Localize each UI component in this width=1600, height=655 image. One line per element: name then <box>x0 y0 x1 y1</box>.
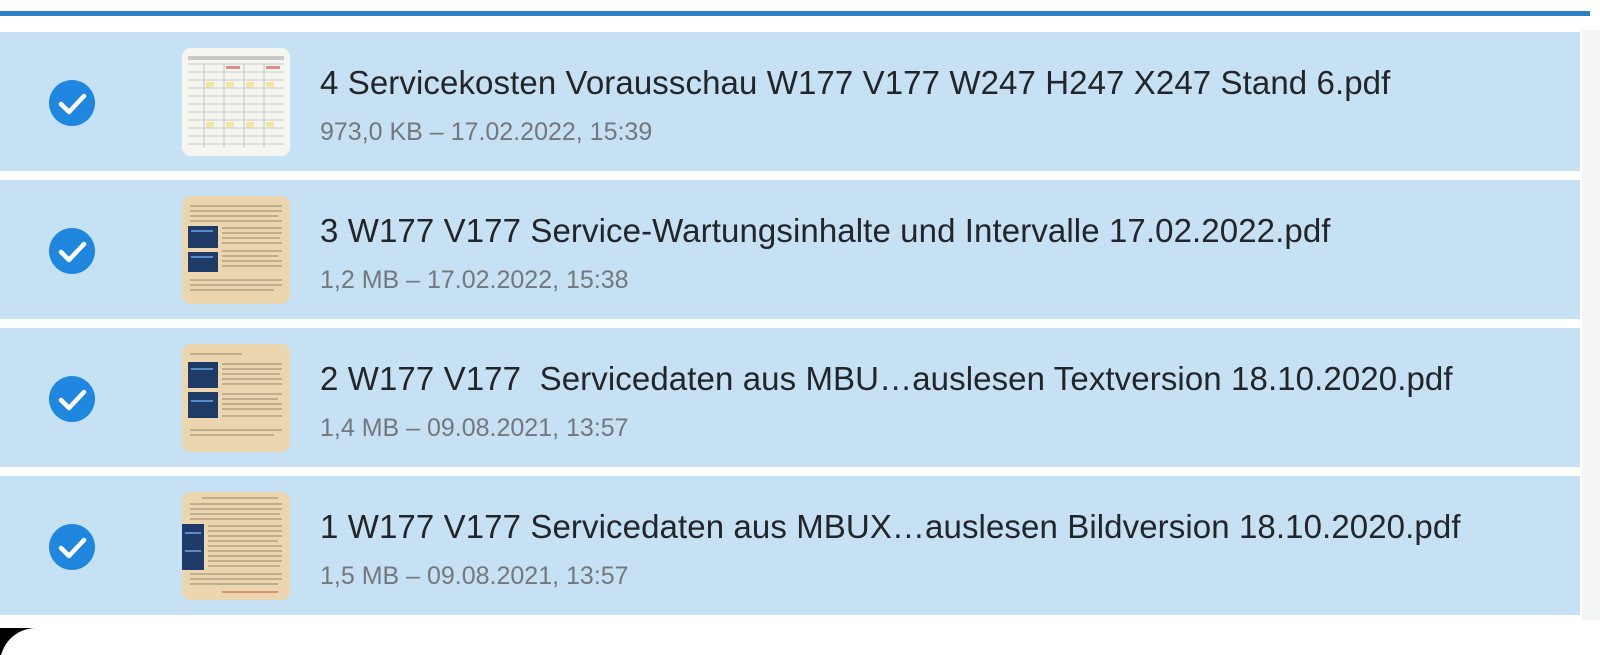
file-meta: 1,4 MB – 09.08.2021, 13:57 <box>320 414 629 442</box>
file-meta: 1,2 MB – 17.02.2022, 15:38 <box>320 266 629 294</box>
checkmark-icon[interactable] <box>49 228 95 274</box>
checkmark-icon[interactable] <box>49 376 95 422</box>
file-meta: 1,5 MB – 09.08.2021, 13:57 <box>320 562 629 590</box>
document-thumbnail-icon <box>182 492 290 600</box>
file-name: 4 Servicekosten Vorausschau W177 V177 W2… <box>320 64 1391 101</box>
document-thumbnail-icon <box>182 196 290 304</box>
file-list-item[interactable]: 3 W177 V177 Service-Wartungsinhalte und … <box>0 180 1580 319</box>
file-name: 3 W177 V177 Service-Wartungsinhalte und … <box>320 212 1331 249</box>
file-meta: 973,0 KB – 17.02.2022, 15:39 <box>320 118 653 146</box>
file-list-item[interactable]: 1 W177 V177 Servicedaten aus MBUX…ausles… <box>0 476 1580 615</box>
file-list: 4 Servicekosten Vorausschau W177 V177 W2… <box>0 32 1580 624</box>
scrollbar-track[interactable] <box>1582 30 1600 620</box>
checkmark-icon[interactable] <box>49 80 95 126</box>
file-name: 2 W177 V177 Servicedaten aus MBU…auslese… <box>320 360 1453 397</box>
file-list-item[interactable]: 4 Servicekosten Vorausschau W177 V177 W2… <box>0 32 1580 171</box>
document-thumbnail-icon <box>182 344 290 452</box>
checkmark-icon[interactable] <box>49 524 95 570</box>
file-name: 1 W177 V177 Servicedaten aus MBUX…ausles… <box>320 508 1461 545</box>
accent-divider <box>0 11 1590 16</box>
file-picker-screen: 4 Servicekosten Vorausschau W177 V177 W2… <box>0 0 1600 655</box>
file-list-item[interactable]: 2 W177 V177 Servicedaten aus MBU…auslese… <box>0 328 1580 467</box>
spreadsheet-thumbnail-icon <box>182 48 290 156</box>
